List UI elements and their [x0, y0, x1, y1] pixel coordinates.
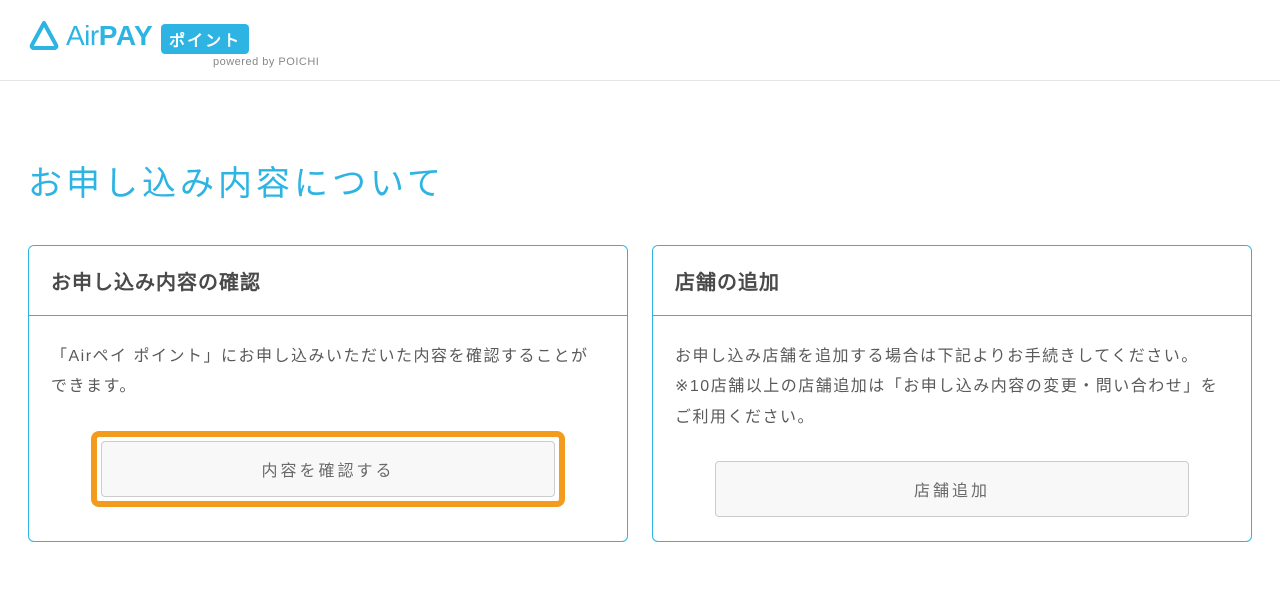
logo-badge: ポイント	[161, 24, 249, 54]
logo-text-air: Air	[66, 20, 99, 52]
button-highlight-frame: 内容を確認する	[91, 431, 565, 507]
logo-triangle-icon	[28, 20, 60, 52]
card-title: お申し込み内容の確認	[51, 266, 605, 295]
content: お申し込み内容について お申し込み内容の確認 「Airペイ ポイント」にお申し込…	[0, 81, 1280, 572]
card-header: お申し込み内容の確認	[29, 246, 627, 316]
logo-subtitle: powered by POICHI	[213, 56, 1252, 68]
card-confirm-application: お申し込み内容の確認 「Airペイ ポイント」にお申し込みいただいた内容を確認す…	[28, 245, 628, 542]
logo-container: Air PAY ポイント	[28, 20, 1252, 54]
cards-container: お申し込み内容の確認 「Airペイ ポイント」にお申し込みいただいた内容を確認す…	[28, 245, 1252, 542]
card-body: お申し込み店舗を追加する場合は下記よりお手続きしてください。※10店舗以上の店舗…	[653, 316, 1251, 541]
card-description: お申し込み店舗を追加する場合は下記よりお手続きしてください。※10店舗以上の店舗…	[675, 342, 1229, 433]
add-store-button[interactable]: 店舗追加	[715, 461, 1189, 517]
logo-text-pay: PAY	[99, 20, 153, 52]
page-title: お申し込み内容について	[28, 156, 1252, 205]
card-add-store: 店舗の追加 お申し込み店舗を追加する場合は下記よりお手続きしてください。※10店…	[652, 245, 1252, 542]
confirm-content-button[interactable]: 内容を確認する	[101, 441, 555, 497]
button-wrapper: 内容を確認する	[51, 431, 605, 507]
card-header: 店舗の追加	[653, 246, 1251, 316]
card-body: 「Airペイ ポイント」にお申し込みいただいた内容を確認することができます。 内…	[29, 316, 627, 531]
card-title: 店舗の追加	[675, 266, 1229, 295]
button-wrapper: 店舗追加	[675, 461, 1229, 517]
card-description: 「Airペイ ポイント」にお申し込みいただいた内容を確認することができます。	[51, 342, 605, 403]
header: Air PAY ポイント powered by POICHI	[0, 0, 1280, 81]
